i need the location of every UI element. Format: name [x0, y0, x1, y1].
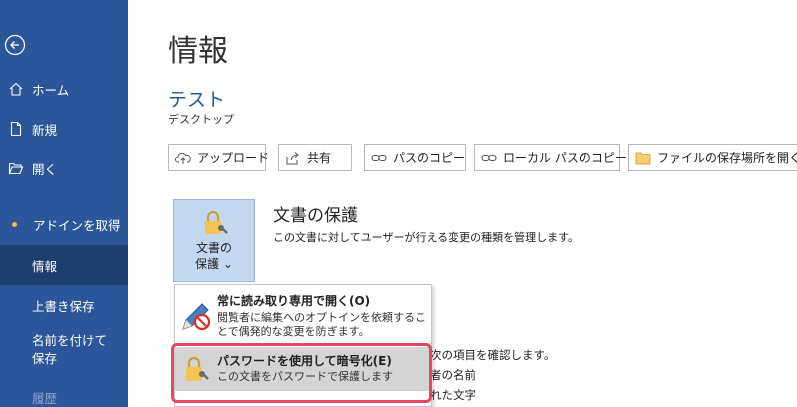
nav-history[interactable]: 履歴	[0, 382, 128, 407]
protect-document-button[interactable]: 文書の 保護 ⌄	[173, 199, 255, 282]
open-file-location-button[interactable]: ファイルの保存場所を開く	[628, 144, 797, 171]
nav-new-label: 新規	[32, 122, 58, 138]
nav-save-as-label: 名前を付けて保存	[32, 333, 108, 366]
lock-key-icon	[186, 356, 209, 381]
nav-info-label: 情報	[32, 258, 58, 274]
protect-description: この文書に対してユーザーが行える変更の種類を管理します。	[273, 231, 580, 244]
nav-info[interactable]: 情報	[0, 245, 128, 285]
nav-save[interactable]: 上書き保存	[0, 285, 128, 325]
copy-path-button[interactable]: パスのコピー	[364, 144, 466, 171]
menu-item-encrypt-with-password[interactable]: パスワードを使用して暗号化(E) この文書をパスワードで保護します	[175, 347, 431, 391]
inspect-text-line3: れた文字	[430, 388, 476, 402]
nav-home-label: ホーム	[32, 82, 70, 98]
document-name: テスト	[168, 89, 226, 111]
nav-get-addins-label: アドインを取得	[33, 217, 121, 233]
info-pane: 情報 テスト デスクトップ アップロード 共有 パスのコピー ローカル パスのコ…	[128, 0, 797, 407]
page-title: 情報	[168, 34, 228, 69]
link-icon	[481, 154, 497, 161]
notification-dot-icon	[12, 221, 17, 227]
upload-label: アップロード	[197, 151, 270, 165]
protect-tile-line2: 保護 ⌄	[195, 257, 233, 271]
back-arrow-icon	[4, 34, 26, 56]
backstage-sidebar: ホーム 新規 開く アドインを取得 情報 上書き保存 名前を付けて保存 履歴	[0, 0, 128, 407]
new-document-icon	[10, 121, 22, 137]
menu-item-description: この文書をパスワードで保護します	[217, 370, 393, 383]
nav-open[interactable]: 開く	[0, 148, 128, 188]
nav-open-label: 開く	[32, 161, 58, 177]
nav-new[interactable]: 新規	[0, 109, 128, 149]
share-icon	[286, 151, 299, 164]
protect-document-menu: 常に読み取り専用で開く(O) 閲覧者に編集へのオプトインを依頼することで偶発的な…	[174, 284, 432, 407]
nav-get-addins[interactable]: アドインを取得	[0, 204, 128, 244]
share-button[interactable]: 共有	[278, 144, 352, 171]
link-icon	[371, 154, 387, 161]
upload-button[interactable]: アップロード	[168, 144, 270, 171]
nav-history-label: 履歴	[32, 390, 58, 406]
menu-item-title: 常に読み取り専用で開く(O)	[217, 294, 371, 308]
menu-item-description: 閲覧者に編集へのオプトインを依頼することで偶発的な変更を防ぎます。	[217, 311, 426, 338]
protect-tile-line1: 文書の	[195, 241, 232, 255]
copy-path-label: パスのコピー	[393, 151, 466, 165]
inspect-text-line1: 次の項目を確認します。	[430, 348, 556, 362]
folder-icon	[635, 152, 651, 164]
nav-save-label: 上書き保存	[32, 298, 95, 314]
back-button[interactable]	[4, 34, 26, 56]
home-icon	[9, 82, 23, 96]
cloud-upload-icon	[175, 152, 191, 164]
document-location: デスクトップ	[168, 113, 234, 126]
menu-item-title: パスワードを使用して暗号化(E)	[217, 354, 392, 368]
inspect-text-line2: 者の名前	[430, 368, 476, 382]
copy-local-path-button[interactable]: ローカル パスのコピー	[474, 144, 627, 171]
share-label: 共有	[307, 151, 332, 165]
protect-heading: 文書の保護	[273, 206, 358, 226]
menu-item-always-open-read-only[interactable]: 常に読み取り専用で開く(O) 閲覧者に編集へのオプトインを依頼することで偶発的な…	[175, 285, 431, 343]
nav-save-as[interactable]: 名前を付けて保存	[0, 325, 128, 375]
nav-home[interactable]: ホーム	[0, 69, 128, 109]
lock-key-icon	[205, 210, 228, 234]
copy-local-path-label: ローカル パスのコピー	[503, 151, 627, 165]
open-folder-icon	[8, 162, 24, 175]
pencil-prohibit-icon	[182, 303, 211, 331]
open-file-location-label: ファイルの保存場所を開く	[657, 151, 797, 165]
